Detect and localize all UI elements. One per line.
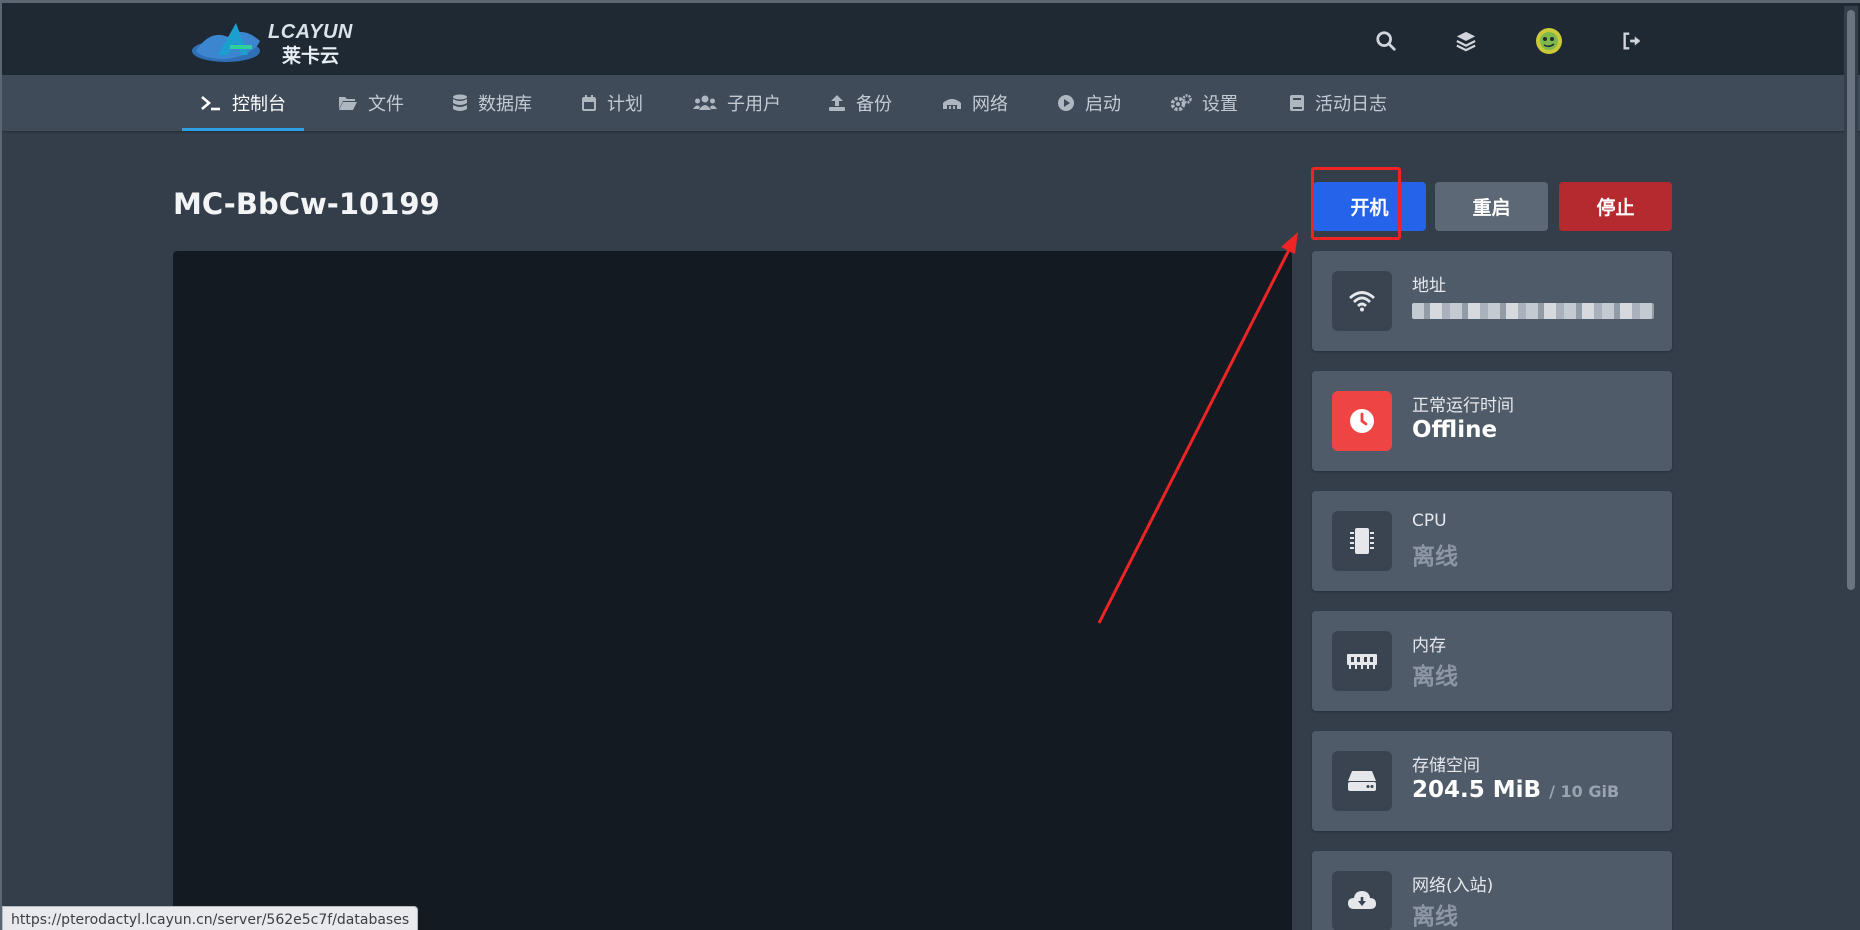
tab-label: 计划 <box>607 94 643 115</box>
tab-network[interactable]: 网络 <box>942 75 1008 131</box>
network-icon <box>942 95 962 111</box>
tab-files[interactable]: 文件 <box>338 75 404 131</box>
play-icon <box>1057 94 1075 112</box>
memory-icon <box>1332 631 1392 691</box>
users-icon <box>693 94 717 112</box>
tab-activity-log[interactable]: 活动日志 <box>1289 75 1387 131</box>
stat-label: 存储空间 <box>1412 756 1480 776</box>
app-frame: LCAYUN 莱卡云 控制台 文件 数据库 计划 子用户 备份 网络 启动 设置… <box>0 0 1860 930</box>
search-icon[interactable] <box>1370 25 1402 57</box>
database-icon <box>452 94 468 112</box>
stat-value: Offline <box>1412 417 1498 443</box>
stat-card-memory: 内存 离线 <box>1312 611 1672 711</box>
stat-card-address: 地址 <box>1312 251 1672 351</box>
logo-mark-icon <box>192 23 260 62</box>
tab-label: 启动 <box>1085 94 1121 115</box>
calendar-icon <box>581 94 597 112</box>
clock-icon <box>1332 391 1392 451</box>
page-title: MC-BbCw-10199 <box>173 187 440 221</box>
stat-label: CPU <box>1412 511 1447 531</box>
cogs-icon <box>1170 94 1192 112</box>
tab-settings[interactable]: 设置 <box>1170 75 1238 131</box>
stat-value: 204.5 MiB / 10 GiB <box>1412 777 1619 803</box>
user-avatar[interactable] <box>1533 25 1565 57</box>
stat-card-storage: 存储空间 204.5 MiB / 10 GiB <box>1312 731 1672 831</box>
sign-out-icon[interactable] <box>1616 25 1648 57</box>
page-scrollbar[interactable] <box>1844 6 1858 930</box>
tab-label: 数据库 <box>478 94 532 115</box>
stat-value: 离线 <box>1412 904 1458 930</box>
restart-button[interactable]: 重启 <box>1435 182 1548 231</box>
upload-icon <box>828 94 846 112</box>
tab-databases[interactable]: 数据库 <box>452 75 532 131</box>
stat-card-uptime: 正常运行时间 Offline <box>1312 371 1672 471</box>
stat-value: 离线 <box>1412 544 1458 570</box>
terminal-icon <box>200 94 222 112</box>
tab-label: 子用户 <box>727 94 781 115</box>
stat-label: 正常运行时间 <box>1412 396 1514 416</box>
stat-label: 网络(入站) <box>1412 876 1494 896</box>
tab-backups[interactable]: 备份 <box>828 75 892 131</box>
tab-schedules[interactable]: 计划 <box>581 75 643 131</box>
cloud-download-icon <box>1332 871 1392 930</box>
stat-label: 地址 <box>1412 276 1446 296</box>
tab-label: 文件 <box>368 94 404 115</box>
folder-icon <box>338 95 358 111</box>
tab-label: 活动日志 <box>1315 94 1387 115</box>
stat-card-cpu: CPU 离线 <box>1312 491 1672 591</box>
address-value-redacted <box>1412 303 1654 319</box>
scrollbar-thumb[interactable] <box>1847 10 1855 590</box>
tab-console[interactable]: 控制台 <box>182 75 304 131</box>
book-icon <box>1289 94 1305 112</box>
tab-label: 备份 <box>856 94 892 115</box>
stat-label: 内存 <box>1412 636 1446 656</box>
top-bar: LCAYUN 莱卡云 <box>2 3 1860 75</box>
stop-button[interactable]: 停止 <box>1559 182 1672 231</box>
tab-label: 控制台 <box>232 94 286 115</box>
server-nav: 控制台 文件 数据库 计划 子用户 备份 网络 启动 设置 活动日志 <box>2 75 1860 131</box>
storage-used: 204.5 MiB <box>1412 777 1542 803</box>
link-status-url: https://pterodactyl.lcayun.cn/server/562… <box>2 906 419 930</box>
brand-logo[interactable]: LCAYUN 莱卡云 <box>190 15 360 67</box>
stat-value: 离线 <box>1412 664 1458 690</box>
stat-card-network-in: 网络(入站) 离线 <box>1312 851 1672 930</box>
tab-startup[interactable]: 启动 <box>1057 75 1121 131</box>
microchip-icon <box>1332 511 1392 571</box>
highlight-annotation <box>1311 167 1401 240</box>
hdd-icon <box>1332 751 1392 811</box>
brand-name-cn: 莱卡云 <box>282 45 340 67</box>
tab-label: 网络 <box>972 94 1008 115</box>
tab-subusers[interactable]: 子用户 <box>693 75 781 131</box>
storage-limit: / 10 GiB <box>1549 782 1620 801</box>
wifi-icon <box>1332 271 1392 331</box>
tab-label: 设置 <box>1202 94 1238 115</box>
layers-icon[interactable] <box>1450 25 1482 57</box>
console-terminal[interactable] <box>173 251 1292 930</box>
